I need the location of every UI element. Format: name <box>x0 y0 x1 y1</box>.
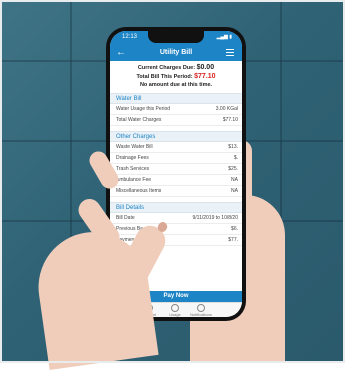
phone-notch <box>148 31 204 43</box>
photo-border <box>0 0 345 363</box>
